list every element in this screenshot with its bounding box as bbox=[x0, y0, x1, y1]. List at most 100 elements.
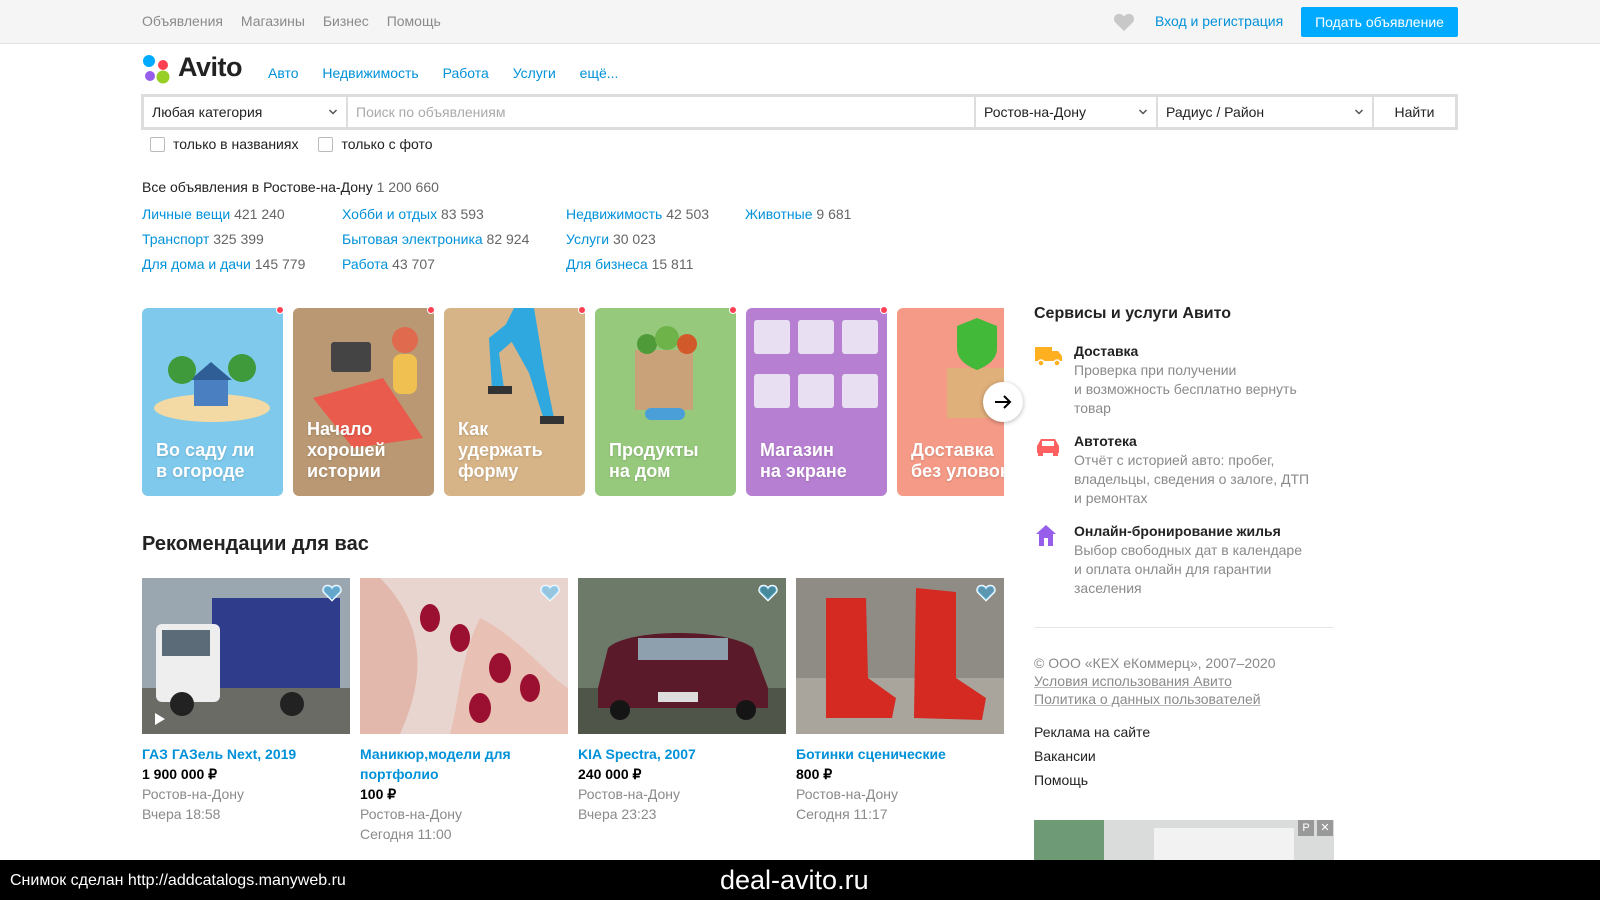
service-name[interactable]: Доставка bbox=[1074, 342, 1334, 361]
avito-logo[interactable]: Avito bbox=[142, 52, 250, 84]
footer-legal: © ООО «КЕХ еКоммерц», 2007–2020 Условия … bbox=[1034, 654, 1275, 708]
watermark-left: Снимок сделан http://addcatalogs.manyweb… bbox=[10, 872, 346, 889]
only-photo-label: только с фото bbox=[341, 136, 433, 152]
listing-title[interactable]: Маникюр,модели для портфолио bbox=[360, 744, 568, 784]
category-name[interactable]: Бытовая электроника bbox=[342, 231, 483, 247]
category-name[interactable]: Транспорт bbox=[142, 231, 209, 247]
listing-card[interactable]: Маникюр,модели для портфолио 100 ₽ Росто… bbox=[360, 578, 568, 844]
category-column: Недвижимость 42 503 Услуги 30 023 Для би… bbox=[566, 206, 709, 281]
category-count: 325 399 bbox=[213, 231, 264, 247]
favorites-heart-icon[interactable] bbox=[1113, 12, 1135, 32]
category-select[interactable]: Любая категория bbox=[144, 97, 348, 127]
listing-price: 240 000 ₽ bbox=[578, 766, 642, 782]
services-panel: Сервисы и услуги Авито Доставка Проверка… bbox=[1034, 305, 1334, 612]
listing-title[interactable]: KIA Spectra, 2007 bbox=[578, 744, 786, 764]
listing-title[interactable]: ГАЗ ГАЗель Next, 2019 bbox=[142, 744, 350, 764]
listing-card[interactable]: ГАЗ ГАЗель Next, 2019 1 900 000 ₽ Ростов… bbox=[142, 578, 350, 824]
help-link[interactable]: Помощь bbox=[1034, 768, 1150, 792]
category-item[interactable]: Для дома и дачи 145 779 bbox=[142, 256, 305, 281]
story-card[interactable]: Магазин на экране bbox=[746, 308, 887, 496]
service-delivery[interactable]: Доставка Проверка при получении и возмож… bbox=[1034, 342, 1334, 418]
listing-photo[interactable] bbox=[578, 578, 786, 734]
all-ads-label[interactable]: Все объявления в Ростове-на-Дону bbox=[142, 179, 373, 195]
radius-select[interactable]: Радиус / Район bbox=[1158, 97, 1374, 127]
recommendations-title: Рекомендации для вас bbox=[142, 533, 369, 555]
category-name[interactable]: Для бизнеса bbox=[566, 256, 648, 272]
only-titles-checkbox[interactable]: только в названиях bbox=[150, 136, 298, 152]
favorite-heart-icon[interactable] bbox=[976, 584, 996, 602]
catnav-jobs[interactable]: Работа bbox=[443, 65, 489, 81]
category-name[interactable]: Хобби и отдых bbox=[342, 206, 437, 222]
category-name[interactable]: Для дома и дачи bbox=[142, 256, 251, 272]
terms-link[interactable]: Условия использования Авито bbox=[1034, 673, 1232, 689]
listing-card[interactable]: Ботинки сценические 800 ₽ Ростов-на-Дону… bbox=[796, 578, 1004, 824]
top-nav-shops[interactable]: Магазины bbox=[241, 13, 305, 29]
checkbox-box[interactable] bbox=[150, 136, 165, 152]
story-unread-dot bbox=[729, 306, 737, 314]
category-name[interactable]: Услуги bbox=[566, 231, 609, 247]
top-nav-help[interactable]: Помощь bbox=[387, 13, 441, 29]
service-booking[interactable]: Онлайн-бронирование жилья Выбор свободны… bbox=[1034, 522, 1334, 598]
city-select[interactable]: Ростов-на-Дону bbox=[976, 97, 1158, 127]
category-item[interactable]: Животные 9 681 bbox=[745, 206, 851, 231]
listing-photo[interactable] bbox=[142, 578, 350, 734]
category-item[interactable]: Работа 43 707 bbox=[342, 256, 529, 281]
favorite-heart-icon[interactable] bbox=[758, 584, 778, 602]
listing-image bbox=[142, 578, 350, 734]
only-photo-checkbox[interactable]: только с фото bbox=[318, 136, 433, 152]
story-card[interactable]: Во саду ли в огороде bbox=[142, 308, 283, 496]
favorite-heart-icon[interactable] bbox=[322, 584, 342, 602]
top-nav-ads[interactable]: Объявления bbox=[142, 13, 223, 29]
radius-select-value: Радиус / Район bbox=[1166, 104, 1265, 120]
story-card[interactable]: Как удержать форму bbox=[444, 308, 585, 496]
service-name[interactable]: Онлайн-бронирование жилья bbox=[1074, 522, 1334, 541]
catnav-services[interactable]: Услуги bbox=[513, 65, 556, 81]
ads-link[interactable]: Реклама на сайте bbox=[1034, 720, 1150, 744]
category-item[interactable]: Услуги 30 023 bbox=[566, 231, 709, 256]
carousel-next-button[interactable] bbox=[983, 382, 1023, 422]
story-card[interactable]: Продукты на дом bbox=[595, 308, 736, 496]
service-desc: Проверка при получении и возможность бес… bbox=[1074, 362, 1297, 416]
login-link[interactable]: Вход и регистрация bbox=[1155, 13, 1283, 29]
search-query-wrap bbox=[348, 97, 976, 127]
category-item[interactable]: Транспорт 325 399 bbox=[142, 231, 305, 256]
ad-close-button[interactable]: ✕ bbox=[1317, 820, 1333, 836]
jobs-link[interactable]: Вакансии bbox=[1034, 744, 1150, 768]
listing-card[interactable]: KIA Spectra, 2007 240 000 ₽ Ростов-на-До… bbox=[578, 578, 786, 824]
post-ad-button[interactable]: Подать объявление bbox=[1301, 7, 1458, 37]
catnav-realty[interactable]: Недвижимость bbox=[322, 65, 418, 81]
favorite-heart-icon[interactable] bbox=[540, 584, 560, 602]
story-title: Начало хорошей истории bbox=[307, 419, 386, 481]
listing-photo[interactable] bbox=[796, 578, 1004, 734]
checkbox-box[interactable] bbox=[318, 136, 334, 152]
catnav-more[interactable]: ещё... bbox=[580, 65, 619, 81]
category-item[interactable]: Бытовая электроника 82 924 bbox=[342, 231, 529, 256]
catnav-auto[interactable]: Авто bbox=[268, 65, 299, 81]
listing-photo[interactable] bbox=[360, 578, 568, 734]
search-input[interactable] bbox=[348, 97, 974, 127]
service-name[interactable]: Автотека bbox=[1074, 432, 1334, 451]
category-name[interactable]: Работа bbox=[342, 256, 388, 272]
category-name[interactable]: Недвижимость bbox=[566, 206, 662, 222]
category-name[interactable]: Личные вещи bbox=[142, 206, 230, 222]
top-nav-business[interactable]: Бизнес bbox=[323, 13, 369, 29]
search-button[interactable]: Найти bbox=[1374, 97, 1455, 127]
service-autoteka[interactable]: Автотека Отчёт с историей авто: пробег, … bbox=[1034, 432, 1334, 508]
listing-date: Вчера 23:23 bbox=[578, 806, 657, 822]
ad-banner[interactable]: Р ✕ bbox=[1034, 820, 1334, 860]
listing-image bbox=[578, 578, 786, 734]
category-column: Хобби и отдых 83 593 Бытовая электроника… bbox=[342, 206, 529, 281]
category-name[interactable]: Животные bbox=[745, 206, 813, 222]
category-item[interactable]: Для бизнеса 15 811 bbox=[566, 256, 709, 281]
category-item[interactable]: Хобби и отдых 83 593 bbox=[342, 206, 529, 231]
listing-title[interactable]: Ботинки сценические bbox=[796, 744, 1004, 764]
listing-city: Ростов-на-Дону bbox=[142, 786, 244, 802]
story-card[interactable]: Начало хорошей истории bbox=[293, 308, 434, 496]
story-unread-dot bbox=[427, 306, 435, 314]
category-item[interactable]: Личные вещи 421 240 bbox=[142, 206, 305, 231]
category-count: 145 779 bbox=[254, 256, 306, 272]
privacy-link[interactable]: Политика о данных пользователей bbox=[1034, 691, 1261, 707]
logo-text: Avito bbox=[178, 52, 243, 82]
category-item[interactable]: Недвижимость 42 503 bbox=[566, 206, 709, 231]
chevron-down-icon bbox=[328, 109, 338, 115]
